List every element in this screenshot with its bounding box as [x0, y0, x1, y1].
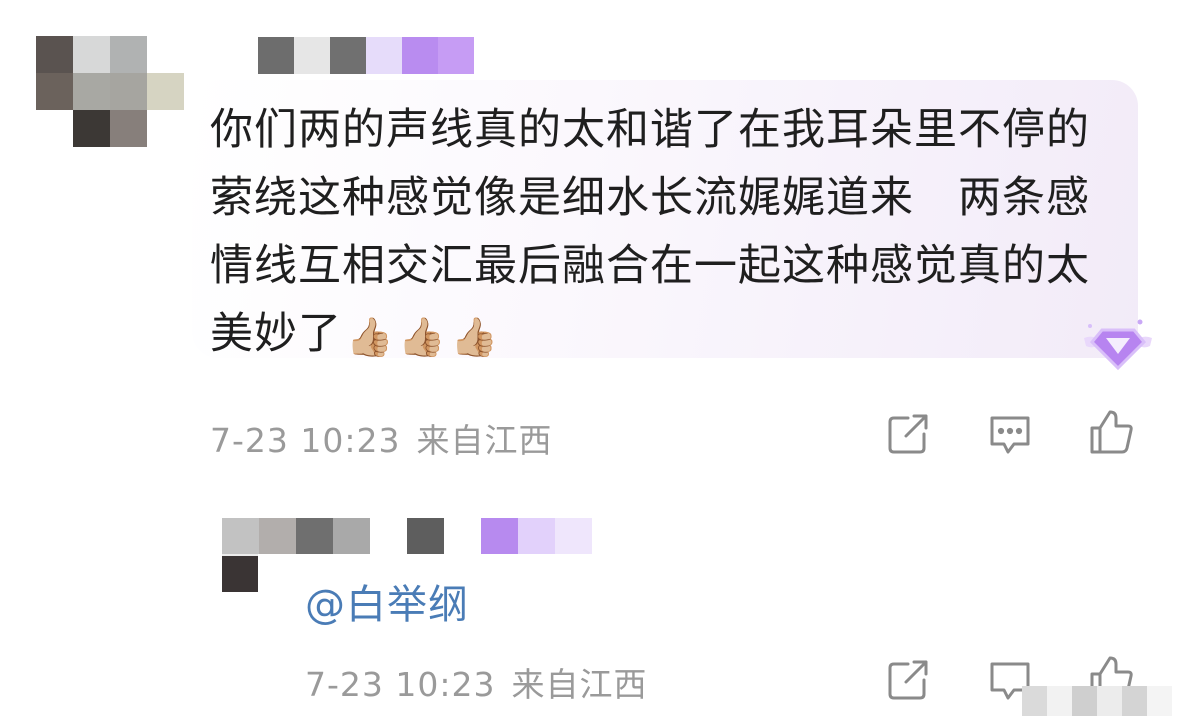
reply-location: 来自江西 — [511, 665, 648, 704]
reply-timestamp: 7-23 10:23 — [305, 665, 496, 704]
thumbs-up-emoji: 👍🏼 — [398, 315, 447, 359]
comment-icon[interactable] — [986, 410, 1034, 458]
thumbs-up-icon[interactable] — [1086, 408, 1134, 456]
comment-location: 来自江西 — [416, 421, 553, 460]
comment-body: 你们两的声线真的太和谐了在我耳朵里不停的萦绕这种感觉像是细水长流娓娓道来 两条感… — [210, 96, 1110, 371]
comment-timestamp: 7-23 10:23 — [210, 421, 401, 460]
reply-username[interactable] — [222, 518, 592, 554]
share-icon[interactable] — [884, 656, 932, 704]
watermark-image — [1022, 686, 1172, 716]
thumbs-up-emoji: 👍🏼 — [346, 315, 395, 359]
purple-diamond-badge-icon — [1080, 312, 1156, 372]
reply-mention-link[interactable]: @白举纲 — [305, 572, 469, 630]
reply-meta: 7-23 10:23 来自江西 — [305, 658, 664, 706]
thumbs-up-emoji: 👍🏼 — [450, 315, 499, 359]
comment-text: 你们两的声线真的太和谐了在我耳朵里不停的萦绕这种感觉像是细水长流娓娓道来 两条感… — [210, 105, 1090, 359]
commenter-username[interactable] — [222, 37, 474, 74]
comment-meta: 7-23 10:23 来自江西 — [210, 414, 569, 462]
share-icon[interactable] — [884, 410, 932, 458]
commenter-avatar[interactable] — [36, 36, 184, 147]
